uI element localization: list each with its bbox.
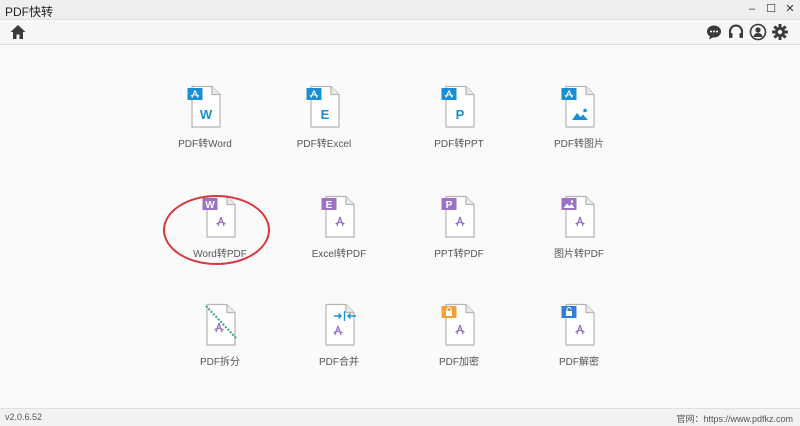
tile-pdf-merge[interactable]: PDF合并	[284, 303, 394, 379]
toolbar	[0, 20, 800, 45]
highlight-ring	[163, 195, 270, 265]
gear-icon[interactable]	[771, 23, 789, 41]
tile-pdf-to-excel[interactable]: E PDF转Excel	[269, 85, 379, 161]
pdf-encrypt-icon	[441, 303, 475, 346]
tile-letter: E	[326, 200, 333, 211]
pdf-split-icon	[205, 303, 238, 346]
tile-label: PDF合并	[319, 357, 359, 368]
home-icon[interactable]	[9, 23, 27, 41]
tile-label: PDF拆分	[200, 357, 240, 368]
tile-label: Excel转PDF	[311, 249, 367, 260]
tile-pdf-split[interactable]: PDF拆分	[165, 303, 275, 379]
headset-icon[interactable]	[727, 23, 745, 41]
tile-image-to-pdf[interactable]: 图片转PDF	[524, 195, 634, 271]
excel-to-pdf-icon: E	[321, 195, 355, 238]
maximize-button[interactable]: ☐	[762, 1, 780, 17]
tile-label: PDF转Word	[178, 139, 232, 150]
title-bar: PDF快转 – ☐ ✕	[0, 0, 800, 20]
image-to-pdf-icon	[561, 195, 595, 238]
tile-letter: E	[321, 107, 330, 122]
tile-letter: P	[456, 107, 465, 122]
tile-label: PDF转图片	[554, 139, 604, 150]
status-bar: v2.0.6.52 官网：https://www.pdfkz.com	[0, 408, 800, 426]
tile-pdf-to-ppt[interactable]: P PDF转PPT	[404, 85, 514, 161]
pdf-to-image-icon	[561, 85, 595, 128]
tool-grid: W PDF转Word E PDF转Excel P PDF转PPT PDF转图片 …	[0, 45, 800, 408]
tile-pdf-encrypt[interactable]: PDF加密	[404, 303, 514, 379]
tile-label: 图片转PDF	[554, 249, 604, 260]
tile-label: PDF加密	[439, 357, 479, 368]
tile-excel-to-pdf[interactable]: E Excel转PDF	[284, 195, 394, 271]
app-title: PDF快转	[5, 5, 54, 19]
pdf-to-ppt-icon: P	[441, 85, 475, 128]
tile-ppt-to-pdf[interactable]: P PPT转PDF	[404, 195, 514, 271]
tile-pdf-to-word[interactable]: W PDF转Word	[150, 85, 260, 161]
website-link[interactable]: 官网：https://www.pdfkz.com	[676, 412, 793, 425]
minimize-button[interactable]: –	[743, 1, 761, 17]
close-button[interactable]: ✕	[781, 1, 799, 17]
pdf-to-word-icon: W	[187, 85, 221, 128]
tile-pdf-decrypt[interactable]: PDF解密	[524, 303, 634, 379]
tile-label: PDF转Excel	[296, 139, 352, 150]
tile-label: PPT转PDF	[434, 249, 484, 260]
user-icon[interactable]	[749, 23, 767, 41]
tile-letter: P	[446, 200, 453, 211]
tile-letter: W	[200, 107, 213, 122]
chat-icon[interactable]	[705, 23, 723, 41]
tile-label: PDF转PPT	[434, 139, 484, 150]
ppt-to-pdf-icon: P	[441, 195, 475, 238]
version-label: v2.0.6.52	[5, 412, 43, 422]
pdf-to-excel-icon: E	[306, 85, 340, 128]
pdf-merge-icon	[325, 303, 356, 346]
pdf-decrypt-icon	[561, 303, 595, 346]
tile-pdf-to-image[interactable]: PDF转图片	[524, 85, 634, 161]
tile-label: PDF解密	[559, 357, 599, 368]
